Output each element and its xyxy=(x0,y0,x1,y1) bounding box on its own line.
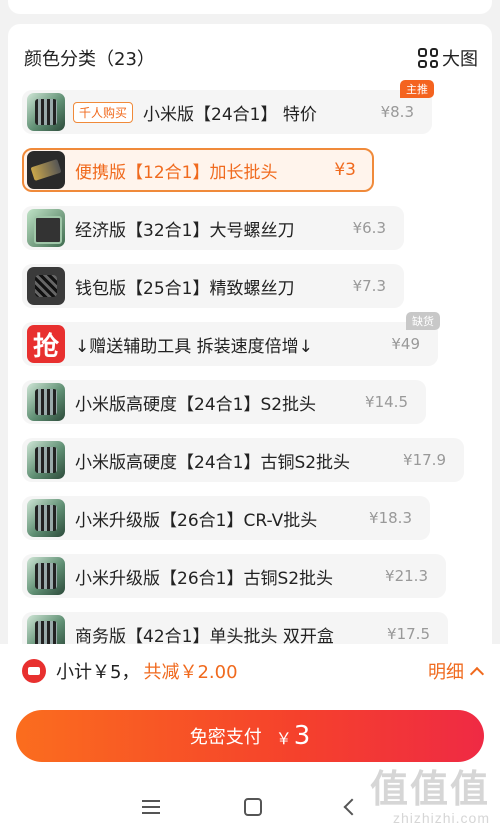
option-thumbnail xyxy=(27,93,65,131)
option-name: ↓赠送辅助工具 拆装速度倍增↓ xyxy=(75,336,313,357)
recommended-badge: 主推 xyxy=(400,80,434,98)
color-option[interactable]: 小米版高硬度【24合1】古铜S2批头 ¥17.9 xyxy=(22,438,464,482)
option-thumbnail xyxy=(27,441,65,479)
coupon-icon xyxy=(22,659,46,683)
color-option[interactable]: 小米升级版【26合1】CR-V批头 ¥18.3 xyxy=(22,496,430,540)
big-image-toggle[interactable]: 大图 xyxy=(418,45,478,71)
previous-card-edge xyxy=(8,0,492,14)
option-price: ¥17.9 xyxy=(403,451,446,469)
option-name: 经济版【32合1】大号螺丝刀 xyxy=(75,220,295,241)
option-name: 便携版【12合1】加长批头 xyxy=(75,162,278,183)
option-thumbnail xyxy=(27,209,65,247)
option-price: ¥6.3 xyxy=(352,219,386,237)
detail-button[interactable]: 明细 xyxy=(428,658,485,684)
option-thumbnail: 抢 xyxy=(27,325,65,363)
color-option[interactable]: 经济版【32合1】大号螺丝刀 ¥6.3 xyxy=(22,206,404,250)
option-name: 商务版【42合1】单头批头 双开盒 xyxy=(75,626,334,647)
option-price: ¥21.3 xyxy=(385,567,428,585)
subtotal-text: 小计￥5， xyxy=(56,662,140,683)
color-option[interactable]: 抢 ↓赠送辅助工具 拆装速度倍增↓ ¥49 缺货 xyxy=(22,312,440,366)
color-option[interactable]: 千人购买 小米版【24合1】 特价 ¥8.3 主推 xyxy=(22,80,434,134)
color-option[interactable]: 便携版【12合1】加长批头 ¥3 xyxy=(22,148,374,192)
pay-amount: 3 xyxy=(293,721,311,751)
option-price: ¥14.5 xyxy=(365,393,408,411)
option-name: 小米版高硬度【24合1】古铜S2批头 xyxy=(75,452,351,473)
option-thumbnail xyxy=(27,383,65,421)
option-price: ¥7.3 xyxy=(352,277,386,295)
color-option[interactable]: 小米版高硬度【24合1】S2批头 ¥14.5 xyxy=(22,380,426,424)
option-price: ¥17.5 xyxy=(387,625,430,643)
option-name: 小米升级版【26合1】CR-V批头 xyxy=(75,510,318,531)
home-icon[interactable] xyxy=(244,798,262,816)
pay-price: ￥3 xyxy=(276,721,311,751)
chevron-up-icon xyxy=(469,666,485,681)
system-nav-bar xyxy=(0,780,500,834)
option-thumbnail xyxy=(27,499,65,537)
big-image-label: 大图 xyxy=(442,49,478,70)
section-title: 颜色分类（23） xyxy=(24,49,155,70)
option-price: ¥8.3 xyxy=(380,103,414,121)
option-thumbnail xyxy=(27,267,65,305)
popularity-tag: 千人购买 xyxy=(73,101,134,123)
password-free-pay-button[interactable]: 免密支付 ￥3 xyxy=(16,710,484,762)
color-option[interactable]: 小米升级版【26合1】古铜S2批头 ¥21.3 xyxy=(22,554,446,598)
option-price: ¥49 xyxy=(391,335,420,353)
option-thumbnail xyxy=(27,557,65,595)
grid-view-icon xyxy=(418,48,438,68)
discount-text: 共减￥2.00 xyxy=(143,662,238,683)
pay-currency: ￥ xyxy=(275,729,292,748)
option-name: 小米版【24合1】 特价 xyxy=(143,104,317,125)
pay-label: 免密支付 xyxy=(189,727,262,748)
option-price: ¥18.3 xyxy=(369,509,412,527)
checkout-bar: 小计￥5， 共减￥2.00 明细 免密支付 ￥3 值值值 zhizhizhi.c… xyxy=(0,644,500,834)
out-of-stock-badge: 缺货 xyxy=(406,312,440,330)
option-thumbnail xyxy=(27,151,65,189)
detail-label: 明细 xyxy=(428,662,464,683)
sku-selector-sheet: 颜色分类（23） 大图 千人购买 小米版【24合1】 特价 ¥8.3 主推便携版【12… xyxy=(8,24,492,664)
price-summary: 小计￥5， 共减￥2.00 明细 xyxy=(22,656,485,686)
option-price: ¥3 xyxy=(334,160,356,180)
menu-icon[interactable] xyxy=(142,800,160,814)
option-name: 钱包版【25合1】精致螺丝刀 xyxy=(75,278,295,299)
option-name: 小米版高硬度【24合1】S2批头 xyxy=(75,394,317,415)
section-header: 颜色分类（23） 大图 xyxy=(24,44,478,72)
color-option[interactable]: 钱包版【25合1】精致螺丝刀 ¥7.3 xyxy=(22,264,404,308)
option-name: 小米升级版【26合1】古铜S2批头 xyxy=(75,568,334,589)
back-icon[interactable] xyxy=(343,798,361,816)
